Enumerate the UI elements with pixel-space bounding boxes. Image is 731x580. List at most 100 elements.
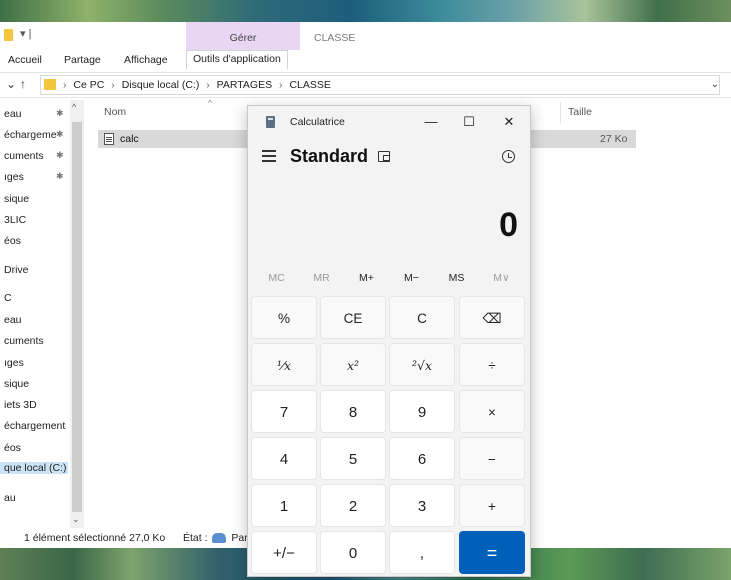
file-size: 27 Ko <box>600 133 628 145</box>
tab-outils-application[interactable]: Outils d'application <box>186 50 288 69</box>
memory-subtract-button[interactable]: M− <box>389 272 434 284</box>
scroll-up-icon[interactable]: ^ <box>72 102 76 112</box>
quick-access-dropdown-icon[interactable]: ▾ | <box>20 27 31 40</box>
pin-icon[interactable]: ✱ <box>56 171 64 182</box>
navigation-pane: eau ✱ échargeme ✱ cuments ✱ ıges ✱ sique… <box>0 100 84 528</box>
digit-7-button[interactable]: 7 <box>251 390 317 433</box>
add-button[interactable]: + <box>459 484 525 527</box>
digit-9-button[interactable]: 9 <box>389 390 455 433</box>
calculator-header: Standard <box>248 142 530 172</box>
result-display: 0 <box>499 206 518 244</box>
nav-item[interactable]: au <box>4 492 66 504</box>
close-button[interactable]: ✕ <box>494 112 524 132</box>
sort-ascending-icon: ^ <box>208 98 213 108</box>
keypad: % CE C ⌫ ¹⁄x x² ²√x ÷ 7 8 9 × 4 5 6 − 1 … <box>251 296 529 576</box>
calculator-titlebar[interactable]: Calculatrice — ☐ ✕ <box>248 106 530 138</box>
ribbon-tabs: Accueil Partage Affichage Outils d'appli… <box>0 50 731 70</box>
window-title: CLASSE <box>314 32 356 44</box>
recent-locations-icon[interactable]: ⌄ <box>6 77 16 91</box>
decimal-separator-button[interactable]: , <box>389 531 455 574</box>
memory-row: MC MR M+ M− MS M∨ <box>254 270 524 290</box>
clear-button[interactable]: C <box>389 296 455 339</box>
breadcrumb-classe[interactable]: CLASSE <box>289 79 330 91</box>
backspace-button[interactable]: ⌫ <box>459 296 525 339</box>
scroll-down-icon[interactable]: ⌄ <box>72 514 80 525</box>
equals-button[interactable]: = <box>459 531 525 574</box>
shared-people-icon <box>212 533 227 544</box>
negate-button[interactable]: +/− <box>251 531 317 574</box>
memory-store-button[interactable]: MS <box>434 272 479 284</box>
clear-entry-button[interactable]: CE <box>320 296 386 339</box>
pin-icon[interactable]: ✱ <box>56 108 64 119</box>
menu-icon[interactable] <box>262 150 276 162</box>
nav-item[interactable]: iets 3D <box>4 399 66 411</box>
status-state: État : Parta <box>183 532 256 544</box>
nav-item[interactable]: sique <box>4 378 66 390</box>
column-header-name[interactable]: Nom <box>104 106 126 118</box>
maximize-button[interactable]: ☐ <box>454 112 484 132</box>
square-button[interactable]: x² <box>320 343 386 386</box>
percent-button[interactable]: % <box>251 296 317 339</box>
desktop-wallpaper-top <box>0 0 731 22</box>
subtract-button[interactable]: − <box>459 437 525 480</box>
square-root-button[interactable]: ²√x <box>389 343 455 386</box>
up-arrow-icon[interactable]: ↑ <box>20 77 26 91</box>
tab-partage[interactable]: Partage <box>64 54 101 66</box>
divide-button[interactable]: ÷ <box>459 343 525 386</box>
digit-2-button[interactable]: 2 <box>320 484 386 527</box>
mode-title: Standard <box>290 146 369 166</box>
column-header-size[interactable]: Taille <box>568 106 592 118</box>
breadcrumb-partages[interactable]: PARTAGES <box>217 79 272 91</box>
context-tab-group-label: Gérer <box>229 32 257 44</box>
breadcrumb-disque-local[interactable]: Disque local (C:) <box>122 79 200 91</box>
breadcrumb: › Ce PC › Disque local (C:) › PARTAGES ›… <box>63 79 335 91</box>
chevron-right-icon: › <box>63 79 67 91</box>
digit-0-button[interactable]: 0 <box>320 531 386 574</box>
nav-item-selected[interactable]: que local (C:) <box>0 462 68 474</box>
nav-scrollbar-thumb[interactable] <box>72 122 82 512</box>
digit-8-button[interactable]: 8 <box>320 390 386 433</box>
history-icon[interactable] <box>502 150 515 163</box>
nav-item[interactable]: sique <box>4 193 66 205</box>
nav-item[interactable]: échargements <box>4 420 66 432</box>
tab-accueil[interactable]: Accueil <box>8 54 42 66</box>
column-divider[interactable] <box>560 102 561 124</box>
chevron-right-icon: › <box>111 79 115 91</box>
digit-6-button[interactable]: 6 <box>389 437 455 480</box>
calculator-app-icon <box>266 116 275 128</box>
context-tab-group: Gérer <box>186 22 300 50</box>
quick-access-folder-icon[interactable] <box>4 29 13 41</box>
nav-item[interactable]: éos <box>4 235 66 247</box>
status-selection: 1 élément sélectionné 27,0 Ko <box>24 532 166 544</box>
reciprocal-button[interactable]: ¹⁄x <box>251 343 317 386</box>
memory-recall-button[interactable]: MR <box>299 272 344 284</box>
chevron-right-icon: › <box>206 79 210 91</box>
status-state-label: État : <box>183 532 208 544</box>
pin-icon[interactable]: ✱ <box>56 150 64 161</box>
tab-affichage[interactable]: Affichage <box>124 54 168 66</box>
chevron-right-icon: › <box>279 79 283 91</box>
digit-1-button[interactable]: 1 <box>251 484 317 527</box>
digit-4-button[interactable]: 4 <box>251 437 317 480</box>
digit-5-button[interactable]: 5 <box>320 437 386 480</box>
nav-item[interactable]: 3LIC <box>4 214 66 226</box>
nav-item[interactable]: C <box>4 292 66 304</box>
nav-item[interactable]: ıges <box>4 357 66 369</box>
calculator-title: Calculatrice <box>290 116 345 128</box>
breadcrumb-ce-pc[interactable]: Ce PC <box>73 79 104 91</box>
memory-clear-button[interactable]: MC <box>254 272 299 284</box>
multiply-button[interactable]: × <box>459 390 525 433</box>
nav-item[interactable]: cuments <box>4 335 66 347</box>
address-dropdown-icon[interactable]: ⌄ <box>711 79 719 90</box>
digit-3-button[interactable]: 3 <box>389 484 455 527</box>
nav-item[interactable]: éos <box>4 442 66 454</box>
minimize-button[interactable]: — <box>416 112 446 132</box>
memory-add-button[interactable]: M+ <box>344 272 389 284</box>
memory-list-button[interactable]: M∨ <box>479 272 524 284</box>
nav-item[interactable]: eau <box>4 314 66 326</box>
keep-on-top-icon[interactable] <box>378 151 390 162</box>
pin-icon[interactable]: ✱ <box>56 129 64 140</box>
address-bar[interactable]: › Ce PC › Disque local (C:) › PARTAGES ›… <box>40 75 720 95</box>
nav-item[interactable]: Drive <box>4 264 66 276</box>
address-row: ⌄ ↑ › Ce PC › Disque local (C:) › PARTAG… <box>0 72 731 98</box>
